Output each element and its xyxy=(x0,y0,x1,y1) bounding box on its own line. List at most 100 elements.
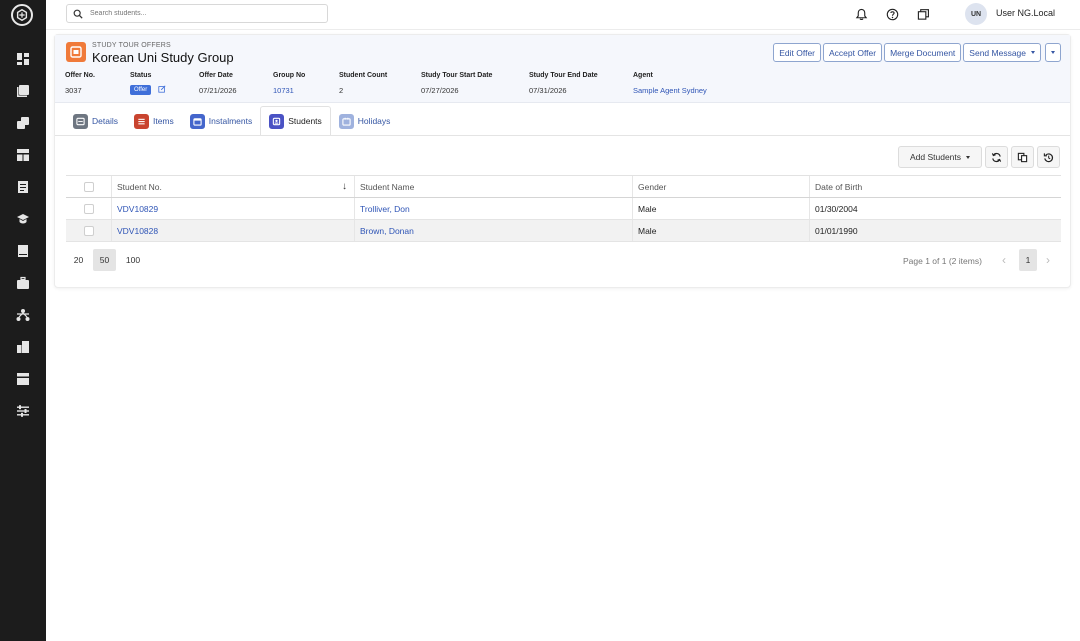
tab-divider xyxy=(55,135,1070,136)
student-count-value: 2 xyxy=(339,86,344,95)
page-info: Page 1 of 1 (2 items) xyxy=(903,256,982,266)
reset-layout-button[interactable] xyxy=(1037,146,1060,168)
start-date-value: 07/27/2026 xyxy=(421,86,459,95)
grid-header: Student No. ↓ Student Name Gender Date of… xyxy=(66,175,1061,198)
offer-document-icon xyxy=(66,42,86,62)
tab-items[interactable]: Items xyxy=(126,106,182,136)
avatar[interactable]: UN xyxy=(965,3,987,25)
bell-icon[interactable] xyxy=(854,7,868,21)
tab-holidays[interactable]: Holidays xyxy=(331,106,399,136)
page-size-100[interactable]: 100 xyxy=(122,249,144,271)
chevron-down-icon xyxy=(1031,51,1035,54)
column-student-no[interactable]: Student No. ↓ xyxy=(111,176,354,197)
offer-header: STUDY TOUR OFFERS Korean Uni Study Group… xyxy=(55,35,1070,103)
network-icon[interactable] xyxy=(15,307,31,323)
tab-items-label: Items xyxy=(152,116,174,126)
offer-card: STUDY TOUR OFFERS Korean Uni Study Group… xyxy=(54,34,1071,288)
windows-icon[interactable] xyxy=(916,7,930,21)
student-count-label: Student Count xyxy=(339,72,388,79)
start-date-label: Study Tour Start Date xyxy=(421,72,493,79)
row-checkbox[interactable] xyxy=(84,203,94,214)
list-icon xyxy=(133,113,149,129)
table-row[interactable]: VDV10828 Brown, Donan Male 01/01/1990 xyxy=(66,220,1061,242)
refresh-button[interactable] xyxy=(985,146,1008,168)
page-size-50[interactable]: 50 xyxy=(93,249,116,271)
dashboard-icon[interactable] xyxy=(15,51,31,67)
graduation-cap-icon[interactable] xyxy=(15,211,31,227)
next-page-icon[interactable]: › xyxy=(1040,249,1056,271)
column-student-no-label: Student No. xyxy=(117,181,162,192)
end-date-value: 07/31/2026 xyxy=(529,86,567,95)
tab-students[interactable]: Students xyxy=(260,106,331,136)
column-gender[interactable]: Gender xyxy=(632,176,809,197)
table-row[interactable]: VDV10829 Trolliver, Don Male 01/30/2004 xyxy=(66,198,1061,220)
holiday-calendar-icon xyxy=(338,113,354,129)
row-select-cell xyxy=(66,220,111,241)
page-size-20[interactable]: 20 xyxy=(69,249,88,271)
merge-document-button[interactable]: Merge Document xyxy=(884,43,962,62)
sidebar xyxy=(0,0,46,641)
student-no-link[interactable]: VDV10828 xyxy=(111,220,354,241)
edit-offer-button[interactable]: Edit Offer xyxy=(773,43,821,62)
group-no-link[interactable]: 10731 xyxy=(273,86,294,95)
select-all-cell xyxy=(66,176,111,197)
top-bar: UN User NG.Local xyxy=(46,0,1080,30)
tab-bar: Details Items Instalments Students Holid… xyxy=(65,106,398,136)
dob-cell: 01/01/1990 xyxy=(809,220,1061,241)
search-box[interactable] xyxy=(66,4,328,23)
username[interactable]: User NG.Local xyxy=(996,8,1055,18)
offer-actions: Edit Offer Accept Offer Merge Document S… xyxy=(773,43,1061,62)
tab-holidays-label: Holidays xyxy=(357,116,391,126)
sliders-icon[interactable] xyxy=(15,403,31,419)
tab-instalments[interactable]: Instalments xyxy=(182,106,260,136)
more-actions-button[interactable] xyxy=(1045,43,1061,62)
column-chooser-button[interactable] xyxy=(1011,146,1034,168)
page-title: Korean Uni Study Group xyxy=(92,50,234,65)
pager: 20 50 100 Page 1 of 1 (2 items) ‹ 1 › xyxy=(66,249,1061,271)
grid-toolbar: Add Students xyxy=(898,146,1060,168)
offer-date-value: 07/21/2026 xyxy=(199,86,237,95)
tab-instalments-label: Instalments xyxy=(208,116,253,126)
agent-link[interactable]: Sample Agent Sydney xyxy=(633,86,707,95)
chevron-down-icon xyxy=(1051,51,1055,54)
help-icon[interactable] xyxy=(885,7,899,21)
history-icon xyxy=(1043,152,1054,162)
dob-cell: 01/30/2004 xyxy=(809,198,1061,219)
add-students-button[interactable]: Add Students xyxy=(898,146,982,168)
send-message-label: Send Message xyxy=(969,47,1026,58)
status-badge: Offer xyxy=(130,85,152,95)
agent-label: Agent xyxy=(633,72,653,79)
building-icon[interactable] xyxy=(15,339,31,355)
row-checkbox[interactable] xyxy=(84,225,94,236)
search-input[interactable] xyxy=(90,10,310,17)
sort-descending-icon: ↓ xyxy=(342,181,347,192)
contacts-icon[interactable] xyxy=(15,83,31,99)
tab-details[interactable]: Details xyxy=(65,106,126,136)
chevron-down-icon xyxy=(966,155,971,159)
select-all-checkbox[interactable] xyxy=(84,181,94,192)
prev-page-icon[interactable]: ‹ xyxy=(996,249,1012,271)
accept-offer-button[interactable]: Accept Offer xyxy=(823,43,883,62)
status-label: Status xyxy=(130,72,152,79)
copy-icon xyxy=(1017,152,1028,162)
column-date-of-birth[interactable]: Date of Birth xyxy=(809,176,1061,197)
students-icon xyxy=(269,113,285,129)
tab-details-label: Details xyxy=(92,116,118,126)
book-icon[interactable] xyxy=(15,243,31,259)
briefcase-icon[interactable] xyxy=(15,275,31,291)
row-select-cell xyxy=(66,198,111,219)
end-date-label: Study Tour End Date xyxy=(529,72,598,79)
template-icon[interactable] xyxy=(15,371,31,387)
edit-status-icon[interactable] xyxy=(158,85,166,93)
invoice-icon[interactable] xyxy=(15,179,31,195)
column-student-name[interactable]: Student Name xyxy=(354,176,632,197)
page-number-button[interactable]: 1 xyxy=(1019,249,1037,271)
layout-icon[interactable] xyxy=(15,147,31,163)
search-icon xyxy=(73,9,83,19)
student-name-link[interactable]: Trolliver, Don xyxy=(354,198,632,219)
send-message-button[interactable]: Send Message xyxy=(963,43,1041,62)
logo-icon[interactable] xyxy=(11,4,33,26)
student-no-link[interactable]: VDV10829 xyxy=(111,198,354,219)
layers-icon[interactable] xyxy=(15,115,31,131)
student-name-link[interactable]: Brown, Donan xyxy=(354,220,632,241)
